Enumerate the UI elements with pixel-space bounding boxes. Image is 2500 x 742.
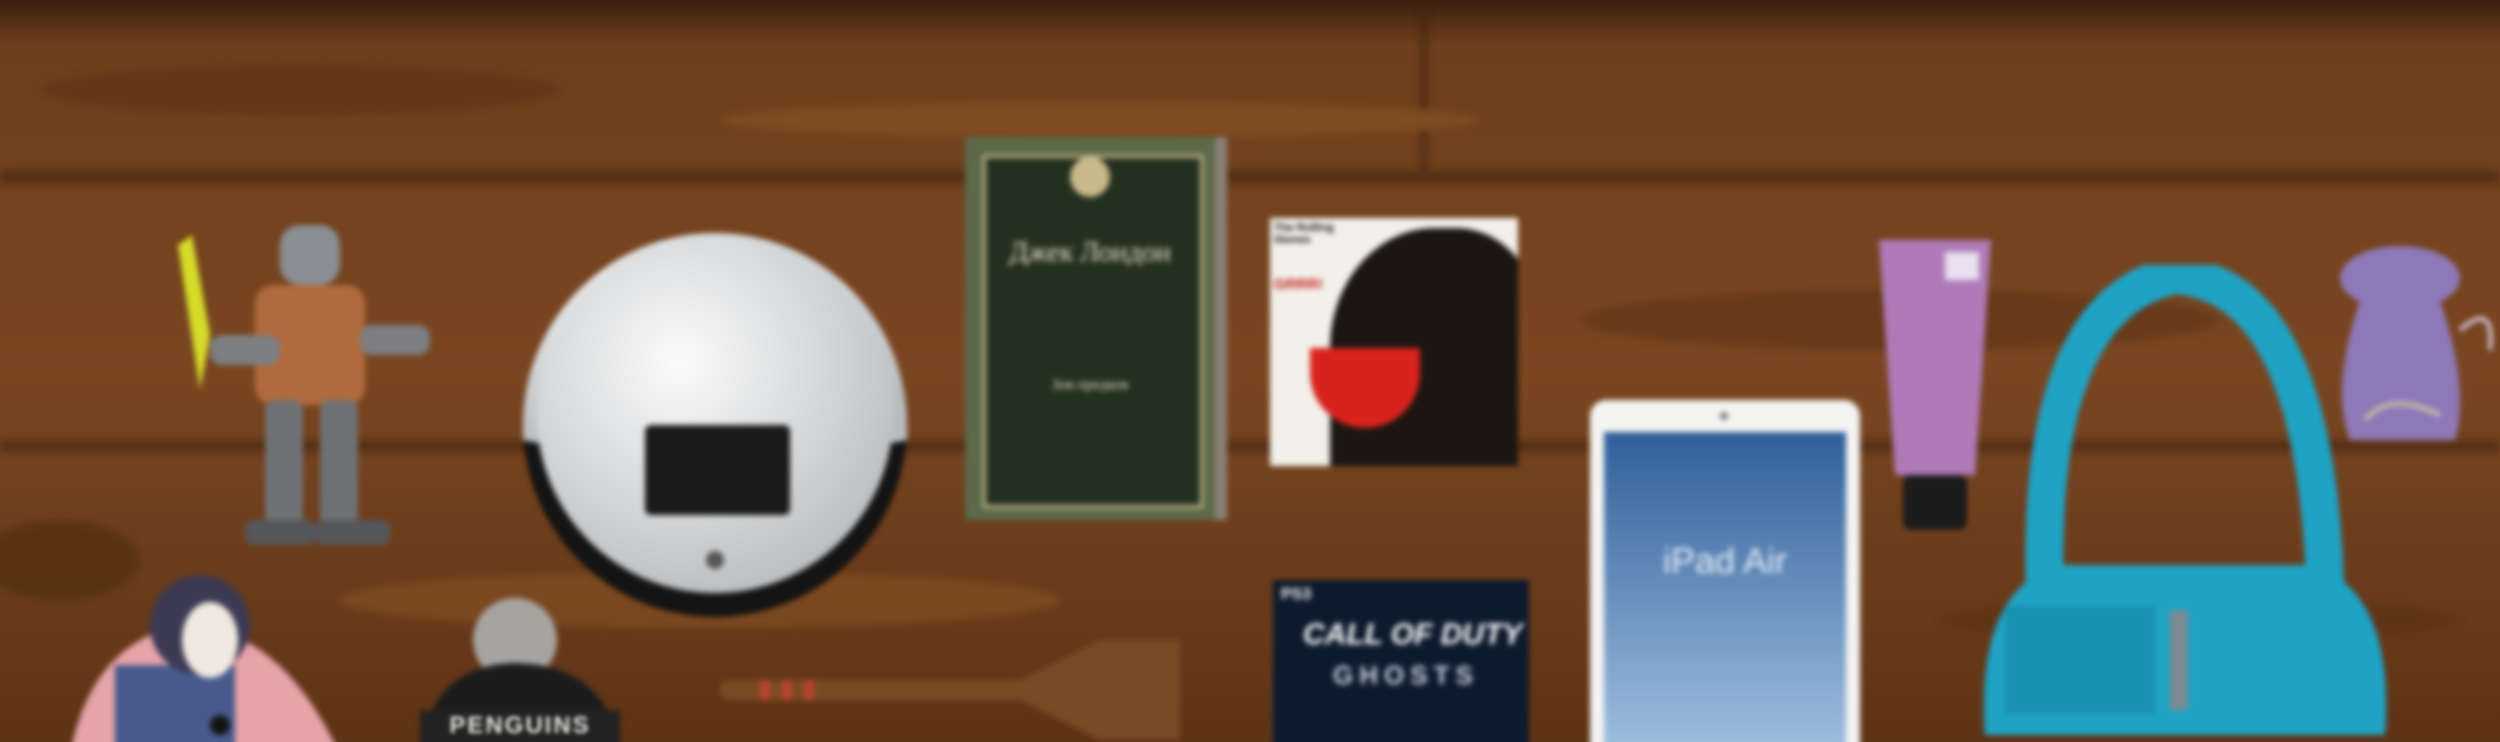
game-subtitle: GHOSTS [1333, 660, 1479, 690]
lavender-pouch [2340, 246, 2493, 440]
product-collage: Джек Лондон Зов предков The Rolling Ston… [0, 0, 2500, 742]
gorilla-face-graphic [1330, 228, 1518, 466]
book: Джек Лондон Зов предков [965, 137, 1215, 520]
book-author: Джек Лондон [1009, 237, 1171, 268]
book-emblem-icon [1070, 157, 1110, 197]
album-title: GRRR! [1274, 276, 1324, 293]
book-title: Зов предков [1051, 377, 1129, 393]
game-title: CALL OF DUTY [1303, 618, 1523, 651]
stuffed-toy [72, 575, 334, 742]
tablet: iPad Air [1590, 400, 1860, 742]
tablet-camera-icon [1720, 412, 1728, 420]
tablet-screen [1604, 432, 1846, 742]
music-album-cover: The Rolling Stones GRRR! [1270, 218, 1518, 466]
game-box: PS3 CALL OF DUTY GHOSTS [1273, 580, 1529, 742]
album-band: The Rolling Stones [1274, 222, 1334, 246]
wooden-spatula [720, 640, 1180, 740]
knit-hat-text: PENGUINS [449, 712, 591, 739]
tablet-screen-text: iPad Air [1662, 540, 1788, 581]
game-platform: PS3 [1281, 586, 1312, 603]
robot-vacuum [523, 233, 907, 617]
book-cover-panel [983, 155, 1203, 508]
toy-robot-figure [178, 225, 430, 545]
